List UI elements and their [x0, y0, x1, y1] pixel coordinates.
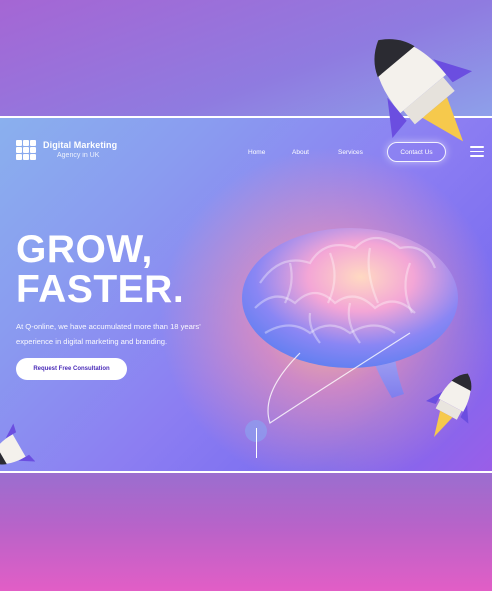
brand-name: Digital Marketing	[43, 140, 118, 150]
headline-line-1: GROW,	[16, 228, 153, 271]
rocket-icon	[425, 373, 472, 438]
logo-text: Digital Marketing Agency in UK	[43, 140, 118, 160]
rocket-icon	[0, 423, 36, 465]
nav-about[interactable]: About	[292, 149, 309, 156]
hero-headline: GROW, FASTER.	[16, 230, 184, 310]
brand-tagline: Agency in UK	[57, 152, 100, 159]
hero-description: At Q-online, we have accumulated more th…	[16, 322, 201, 346]
nav-home[interactable]: Home	[248, 149, 265, 156]
hero-section: Digital Marketing Agency in UK Home Abou…	[0, 116, 492, 473]
background-bottom	[0, 472, 492, 591]
headline-line-2: FASTER.	[16, 268, 185, 311]
request-consultation-button[interactable]: Request Free Consultation	[16, 358, 127, 380]
logo[interactable]: Digital Marketing Agency in UK	[16, 140, 117, 160]
scroll-line	[256, 428, 257, 458]
logo-grid-icon	[16, 140, 36, 160]
rocket-icon	[374, 39, 473, 142]
